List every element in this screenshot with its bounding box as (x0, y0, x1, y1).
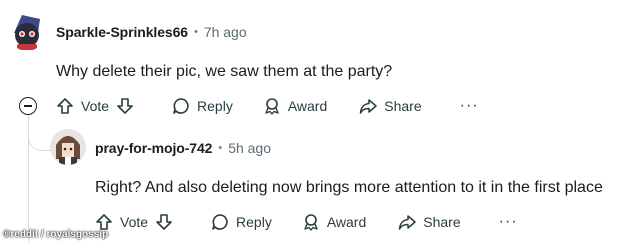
award-label: Award (287, 98, 328, 114)
downvote-button[interactable] (155, 213, 173, 231)
comment-text: Right? And also deleting now brings more… (95, 179, 603, 196)
timestamp[interactable]: 7h ago (204, 24, 247, 40)
downvote-button[interactable] (116, 97, 134, 115)
comment-text: Why delete their pic, we saw them at the… (56, 63, 393, 80)
share-label: Share (423, 214, 461, 230)
reply-label: Reply (236, 214, 272, 230)
award-icon (265, 98, 279, 115)
avatar[interactable] (50, 129, 86, 165)
source-watermark: ©reddit / royalsgossip (3, 229, 109, 240)
comment-actions: Vote Reply Award Share ··· (56, 95, 479, 117)
username[interactable]: pray-for-mojo-742 (95, 140, 212, 156)
reply-button[interactable]: Reply (211, 213, 272, 231)
vote-label: Vote (81, 98, 110, 114)
award-label: Award (326, 214, 367, 230)
arrow-up-icon (57, 98, 73, 114)
award-button[interactable]: Award (263, 97, 327, 115)
share-label: Share (384, 98, 422, 114)
share-button[interactable]: Share (359, 97, 422, 115)
comment-meta: Sparkle-Sprinkles66 • 7h ago (56, 24, 247, 40)
more-options-button[interactable]: ··· (460, 98, 479, 114)
share-arrow-icon (360, 99, 378, 114)
vote-group: Vote (56, 97, 134, 115)
arrow-down-icon (117, 98, 133, 114)
speech-bubble-icon (173, 98, 189, 114)
speech-bubble-icon (212, 214, 228, 230)
share-arrow-icon (399, 215, 417, 230)
separator-dot: • (193, 26, 198, 38)
reply-label: Reply (197, 98, 233, 114)
avatar[interactable] (8, 13, 46, 51)
upvote-button[interactable]: Vote (56, 97, 109, 115)
username[interactable]: Sparkle-Sprinkles66 (56, 24, 188, 40)
minus-icon (24, 105, 32, 107)
collapse-thread-button[interactable] (19, 97, 37, 115)
more-options-button[interactable]: ··· (499, 214, 518, 230)
share-button[interactable]: Share (398, 213, 461, 231)
award-button[interactable]: Award (302, 213, 366, 231)
comment-thread: Sparkle-Sprinkles66 • 7h ago Why delete … (0, 0, 634, 243)
timestamp[interactable]: 5h ago (228, 140, 271, 156)
arrow-down-icon (156, 214, 172, 230)
vote-label: Vote (120, 214, 149, 230)
comment-actions: Vote Reply Award Share ··· (95, 211, 518, 233)
reply-button[interactable]: Reply (172, 97, 233, 115)
separator-dot: • (218, 142, 223, 154)
comment-meta: pray-for-mojo-742 • 5h ago (95, 140, 271, 156)
award-icon (304, 214, 318, 231)
thread-branch (28, 115, 52, 151)
